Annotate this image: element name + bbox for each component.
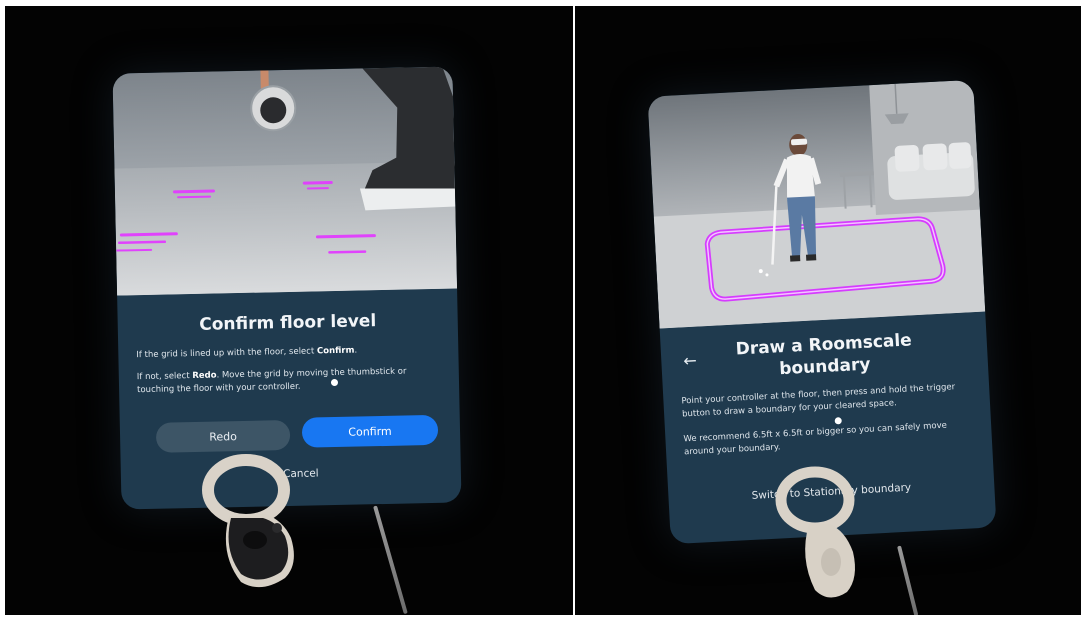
instructions-redo: If not, select Redo. Move the grid by mo… [136,366,407,396]
left-vr-view: Confirm floor level If the grid is lined… [5,6,573,615]
instructions-confirm: If the grid is lined up with the floor, … [136,345,358,361]
confirm-floor-panel: Confirm floor level If the grid is lined… [112,66,462,510]
pointer-cursor [330,378,339,387]
floor-scene-graphic [114,66,458,296]
page-title: Draw a Roomscale boundary [735,330,913,380]
room-scene-graphic [653,79,986,329]
page-title: Confirm floor level [199,311,377,335]
confirm-button[interactable]: Confirm [301,414,439,448]
controller-ray [373,505,408,615]
touch-controller-icon [775,466,855,598]
back-arrow-icon[interactable]: ← [683,351,704,371]
roomscale-illustration [647,79,986,329]
instructions-draw: Point your controller at the floor, then… [681,382,956,420]
right-vr-view: ← Draw a Roomscale boundary Point your c… [575,6,1081,615]
controller-ray [897,545,919,615]
instructions-recommend: We recommend 6.5ft x 6.5ft or bigger so … [683,420,948,458]
vr-setup-screens: Confirm floor level If the grid is lined… [0,0,1081,618]
floor-grid-illustration [112,66,458,296]
touch-controller-icon [202,454,294,588]
pointer-cursor [834,417,842,425]
redo-button[interactable]: Redo [155,419,291,453]
